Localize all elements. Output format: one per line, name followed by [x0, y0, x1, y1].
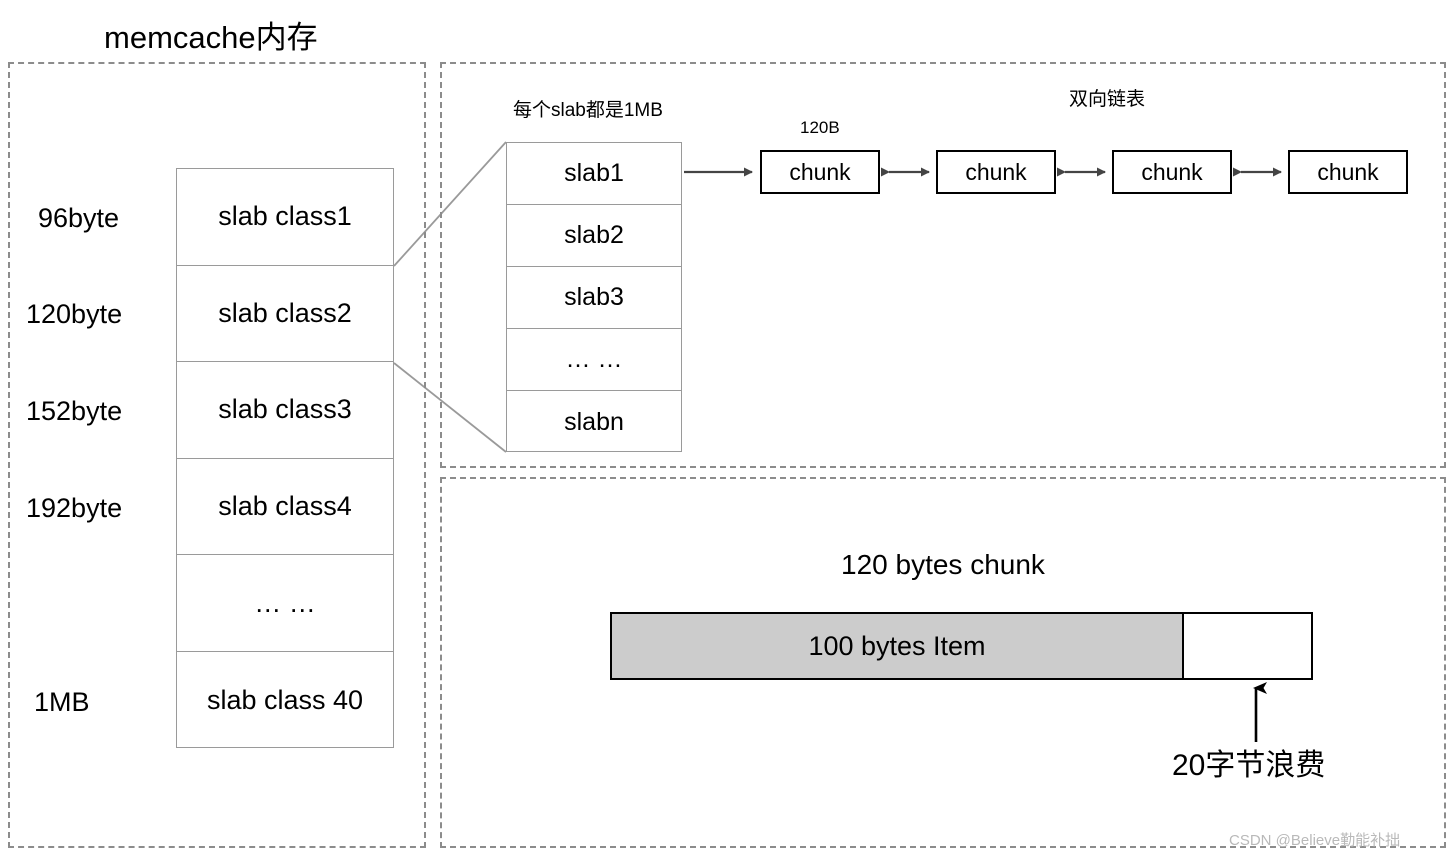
diagram-canvas: memcache内存 96byte 120byte 152byte 192byt…: [0, 0, 1454, 856]
slab-list: slab1 slab2 slab3 … … slabn: [506, 142, 682, 452]
chunk-node[interactable]: chunk: [936, 150, 1056, 194]
slab-class-row[interactable]: slab class4: [177, 459, 393, 556]
slab-row[interactable]: slabn: [507, 391, 681, 453]
slab-row[interactable]: slab3: [507, 267, 681, 329]
slab-class-row[interactable]: slab class2: [177, 266, 393, 363]
waste-segment: [1184, 614, 1311, 678]
page-title: memcache内存: [104, 20, 318, 55]
slab-class-row[interactable]: slab class 40: [177, 652, 393, 749]
chunk-label: chunk: [1141, 158, 1203, 185]
waste-label: 20字节浪费: [1172, 749, 1326, 782]
slab-class-row[interactable]: slab class1: [177, 169, 393, 266]
chunk-label: chunk: [1317, 158, 1379, 185]
chunk-diagram-title: 120 bytes chunk: [841, 549, 1045, 580]
item-segment: 100 bytes Item: [612, 614, 1184, 678]
slab-row[interactable]: slab2: [507, 205, 681, 267]
size-label-2: 152byte: [26, 396, 123, 426]
slab-row[interactable]: slab1: [507, 143, 681, 205]
chunk-node[interactable]: chunk: [760, 150, 880, 194]
slab-class-row[interactable]: slab class3: [177, 362, 393, 459]
chunk-label: chunk: [789, 158, 851, 185]
slab-row[interactable]: … …: [507, 329, 681, 391]
watermark: CSDN @Believe勤能补拙: [1229, 832, 1401, 849]
slab-caption: 每个slab都是1MB: [513, 100, 663, 121]
chunk-size-label: 120B: [800, 118, 840, 137]
chunk-node[interactable]: chunk: [1112, 150, 1232, 194]
size-label-1: 120byte: [26, 299, 123, 329]
chunk-node[interactable]: chunk: [1288, 150, 1408, 194]
chunk-capacity-bar: 100 bytes Item: [610, 612, 1313, 680]
slab-class-row[interactable]: … …: [177, 555, 393, 652]
size-label-5: 1MB: [34, 687, 90, 717]
chunk-label: chunk: [965, 158, 1027, 185]
linked-list-title: 双向链表: [1069, 89, 1146, 110]
item-label: 100 bytes Item: [808, 630, 986, 661]
slab-class-table: slab class1 slab class2 slab class3 slab…: [176, 168, 394, 748]
size-label-3: 192byte: [26, 493, 123, 523]
size-label-0: 96byte: [38, 203, 120, 233]
